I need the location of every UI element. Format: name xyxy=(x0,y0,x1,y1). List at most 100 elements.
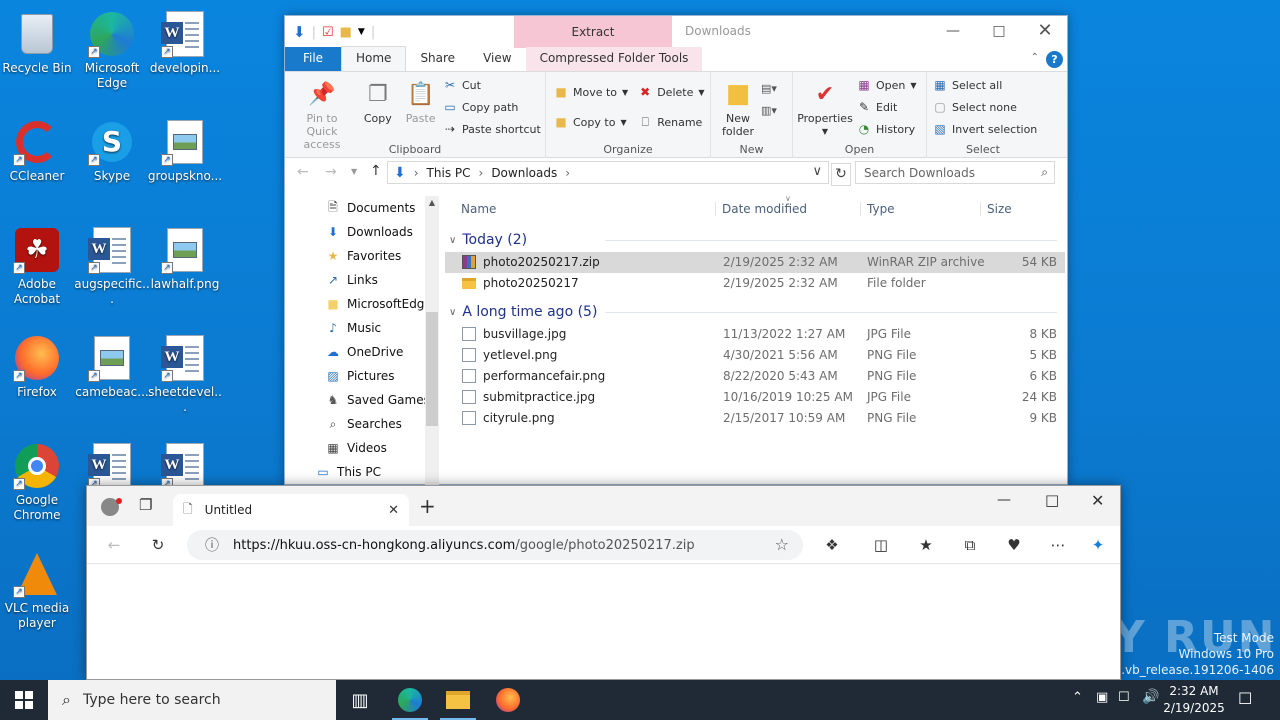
nav-item-microsoftedge[interactable]: ■ MicrosoftEdge xyxy=(285,292,441,316)
edge-browser-window[interactable]: ❐ 🗋 Untitled ✕ + — □ ✕ ← ↻ ⓘ https://hku… xyxy=(86,485,1121,680)
browser-essentials-icon[interactable]: ♥ xyxy=(1003,534,1025,556)
nav-item-this-pc[interactable]: ▭ This PC xyxy=(285,460,441,484)
favorite-star-icon[interactable]: ☆ xyxy=(775,535,789,554)
close-button[interactable]: ✕ xyxy=(1022,16,1068,46)
favorites-icon[interactable]: ★ xyxy=(915,534,937,556)
file-row[interactable]: cityrule.png 2/15/2017 10:59 AM PNG File 9 … xyxy=(445,408,1065,429)
invert-selection-button[interactable]: ▧ Invert selection xyxy=(933,118,1037,140)
copy-to-button[interactable]: ■ Copy to ▼ xyxy=(554,110,628,134)
edge-tabbar[interactable]: ❐ 🗋 Untitled ✕ + — □ ✕ xyxy=(87,486,1120,526)
desktop-icon[interactable]: ☘ ↗ Adobe Acrobat xyxy=(0,220,77,307)
properties-button[interactable]: ✔ Properties ▼ xyxy=(797,76,853,140)
collections-icon[interactable]: ⧉ xyxy=(959,534,981,556)
start-button[interactable] xyxy=(0,680,48,720)
file-list[interactable]: Name Date modified Type Size ∨ ∨ Today (2… xyxy=(445,194,1065,486)
edge-tab-untitled[interactable]: 🗋 Untitled ✕ xyxy=(173,494,409,526)
context-tab-extract[interactable]: Extract xyxy=(514,16,672,48)
desktop-icon[interactable]: ↗ camebeac... xyxy=(72,328,152,400)
column-size[interactable]: Size xyxy=(980,202,1012,216)
tray-network-adapter-icon[interactable]: ▣ xyxy=(1096,690,1108,705)
column-type[interactable]: Type xyxy=(860,202,895,216)
file-row[interactable]: photo20250217.zip 2/19/2025 2:32 AM WinRAR… xyxy=(445,252,1065,273)
close-tab-icon[interactable]: ✕ xyxy=(388,503,399,518)
select-all-button[interactable]: ▦ Select all xyxy=(933,74,1037,96)
taskbar-clock[interactable]: 2:32 AM 2/19/2025 xyxy=(1158,683,1230,717)
desktop-icon[interactable]: ↗ CCleaner xyxy=(0,112,77,184)
edge-minimize-button[interactable]: — xyxy=(997,492,1011,508)
history-button[interactable]: ◔ History xyxy=(857,118,917,140)
desktop-icon[interactable]: ↗ Firefox xyxy=(0,328,77,400)
file-explorer-window[interactable]: ⬇ | ☑ ■ ▼ | Extract Downloads — □ ✕ File… xyxy=(284,15,1068,486)
recent-dropdown-icon[interactable]: ▼ xyxy=(351,167,357,176)
nav-item-saved-games[interactable]: ♞ Saved Games xyxy=(285,388,441,412)
desktop-icon[interactable]: ↗ VLC media player xyxy=(0,544,77,631)
group-collapse-icon[interactable]: ∨ xyxy=(449,235,456,246)
tray-network-icon[interactable]: ☐ xyxy=(1118,690,1130,705)
up-arrow-icon[interactable]: ↑ xyxy=(370,163,382,179)
scroll-up-icon[interactable]: ▲ xyxy=(425,196,439,210)
taskbar-file-explorer[interactable] xyxy=(434,680,482,720)
copilot-icon[interactable]: ✦ xyxy=(1087,534,1109,556)
edge-refresh-icon[interactable]: ↻ xyxy=(147,534,169,556)
file-row[interactable]: submitpractice.jpg 10/16/2019 10:25 AM JPG… xyxy=(445,387,1065,408)
new-folder-button[interactable]: ■ New folder xyxy=(717,76,759,140)
navigation-scrollbar[interactable]: ▲ xyxy=(425,196,439,486)
tray-chevron-icon[interactable]: ⌃ xyxy=(1072,690,1083,705)
rename-button[interactable]: ⎕ Rename xyxy=(638,110,704,134)
tab-compressed-folder-tools[interactable]: Compressed Folder Tools xyxy=(525,47,703,71)
desktop-icon[interactable]: W ↗ developin... xyxy=(145,4,225,76)
group-collapse-icon[interactable]: ∨ xyxy=(449,307,456,318)
desktop-icon[interactable]: ↗ Google Chrome xyxy=(0,436,77,523)
copy-path-button[interactable]: ▭ Copy path xyxy=(443,96,541,118)
tab-file[interactable]: File xyxy=(285,47,341,71)
explorer-titlebar[interactable]: ⬇ | ☑ ■ ▼ | Extract Downloads — □ ✕ xyxy=(285,16,1067,48)
paste-button[interactable]: 📋 Paste xyxy=(401,76,441,127)
address-bar[interactable]: ⬇ › This PC › Downloads › ∨ xyxy=(387,161,829,184)
edge-page-content[interactable] xyxy=(87,564,1120,679)
search-input[interactable]: Search Downloads ⌕ xyxy=(855,161,1055,184)
file-row[interactable]: busvillage.jpg 11/13/2022 1:27 AM JPG File… xyxy=(445,324,1065,345)
minimize-button[interactable]: — xyxy=(930,16,976,46)
column-date-modified[interactable]: Date modified xyxy=(715,202,807,216)
properties-check-icon[interactable]: ☑ xyxy=(322,25,334,40)
tab-view[interactable]: View xyxy=(469,47,525,71)
tray-volume-icon[interactable]: 🔊 xyxy=(1142,689,1159,705)
cut-button[interactable]: ✂ Cut xyxy=(443,74,541,96)
pin-quick-access-button[interactable]: 📌 Pin to Quick access xyxy=(289,76,355,153)
move-to-button[interactable]: ■ Move to ▼ xyxy=(554,80,628,104)
forward-arrow-icon[interactable]: → xyxy=(325,164,337,180)
nav-item-searches[interactable]: ⌕ Searches xyxy=(285,412,441,436)
taskbar-firefox[interactable] xyxy=(484,680,532,720)
nav-item-downloads[interactable]: ⬇ Downloads xyxy=(285,220,441,244)
file-group-header[interactable]: ∨ Today (2) xyxy=(445,228,1065,252)
navigation-pane[interactable]: 🗎 Documents ⬇ Downloads ★ Favorites ↗ Links ■ Mic… xyxy=(285,190,441,486)
refresh-icon[interactable]: ↻ xyxy=(831,163,851,186)
edit-button[interactable]: ✎ Edit xyxy=(857,96,917,118)
desktop-icon[interactable]: S ↗ Skype xyxy=(72,112,152,184)
select-none-button[interactable]: ▢ Select none xyxy=(933,96,1037,118)
qat-dropdown-icon[interactable]: ▼ xyxy=(358,27,365,37)
desktop-icon[interactable]: W ↗ sheetdevel... xyxy=(145,328,225,415)
nav-item-onedrive[interactable]: ☁ OneDrive xyxy=(285,340,441,364)
nav-item-pictures[interactable]: ▨ Pictures xyxy=(285,364,441,388)
desktop-icon[interactable]: W ↗ augspecific... xyxy=(72,220,152,307)
site-info-icon[interactable]: ⓘ xyxy=(205,535,219,555)
download-arrow-icon[interactable]: ⬇ xyxy=(293,23,306,41)
nav-item-favorites[interactable]: ★ Favorites xyxy=(285,244,441,268)
extensions-icon[interactable]: ❖ xyxy=(821,534,843,556)
split-screen-icon[interactable]: ◫ xyxy=(870,534,892,556)
nav-item-documents[interactable]: 🗎 Documents xyxy=(285,196,441,220)
desktop-icon[interactable]: ↗ groupskno... xyxy=(145,112,225,184)
edge-close-button[interactable]: ✕ xyxy=(1091,491,1104,510)
collapse-ribbon-icon[interactable]: ⌃ xyxy=(1031,52,1039,63)
new-tab-button[interactable]: + xyxy=(419,494,436,518)
nav-item-music[interactable]: ♪ Music xyxy=(285,316,441,340)
new-folder-icon[interactable]: ■ xyxy=(340,25,352,40)
tab-actions-icon[interactable]: ❐ xyxy=(139,496,152,514)
paste-shortcut-button[interactable]: ⇢ Paste shortcut xyxy=(443,118,541,140)
back-arrow-icon[interactable]: ← xyxy=(297,164,309,180)
delete-button[interactable]: ✖ Delete ▼ xyxy=(638,80,704,104)
nav-item-videos[interactable]: ▦ Videos xyxy=(285,436,441,460)
copy-button[interactable]: ❐ Copy xyxy=(359,76,397,127)
scroll-thumb[interactable] xyxy=(426,312,438,426)
